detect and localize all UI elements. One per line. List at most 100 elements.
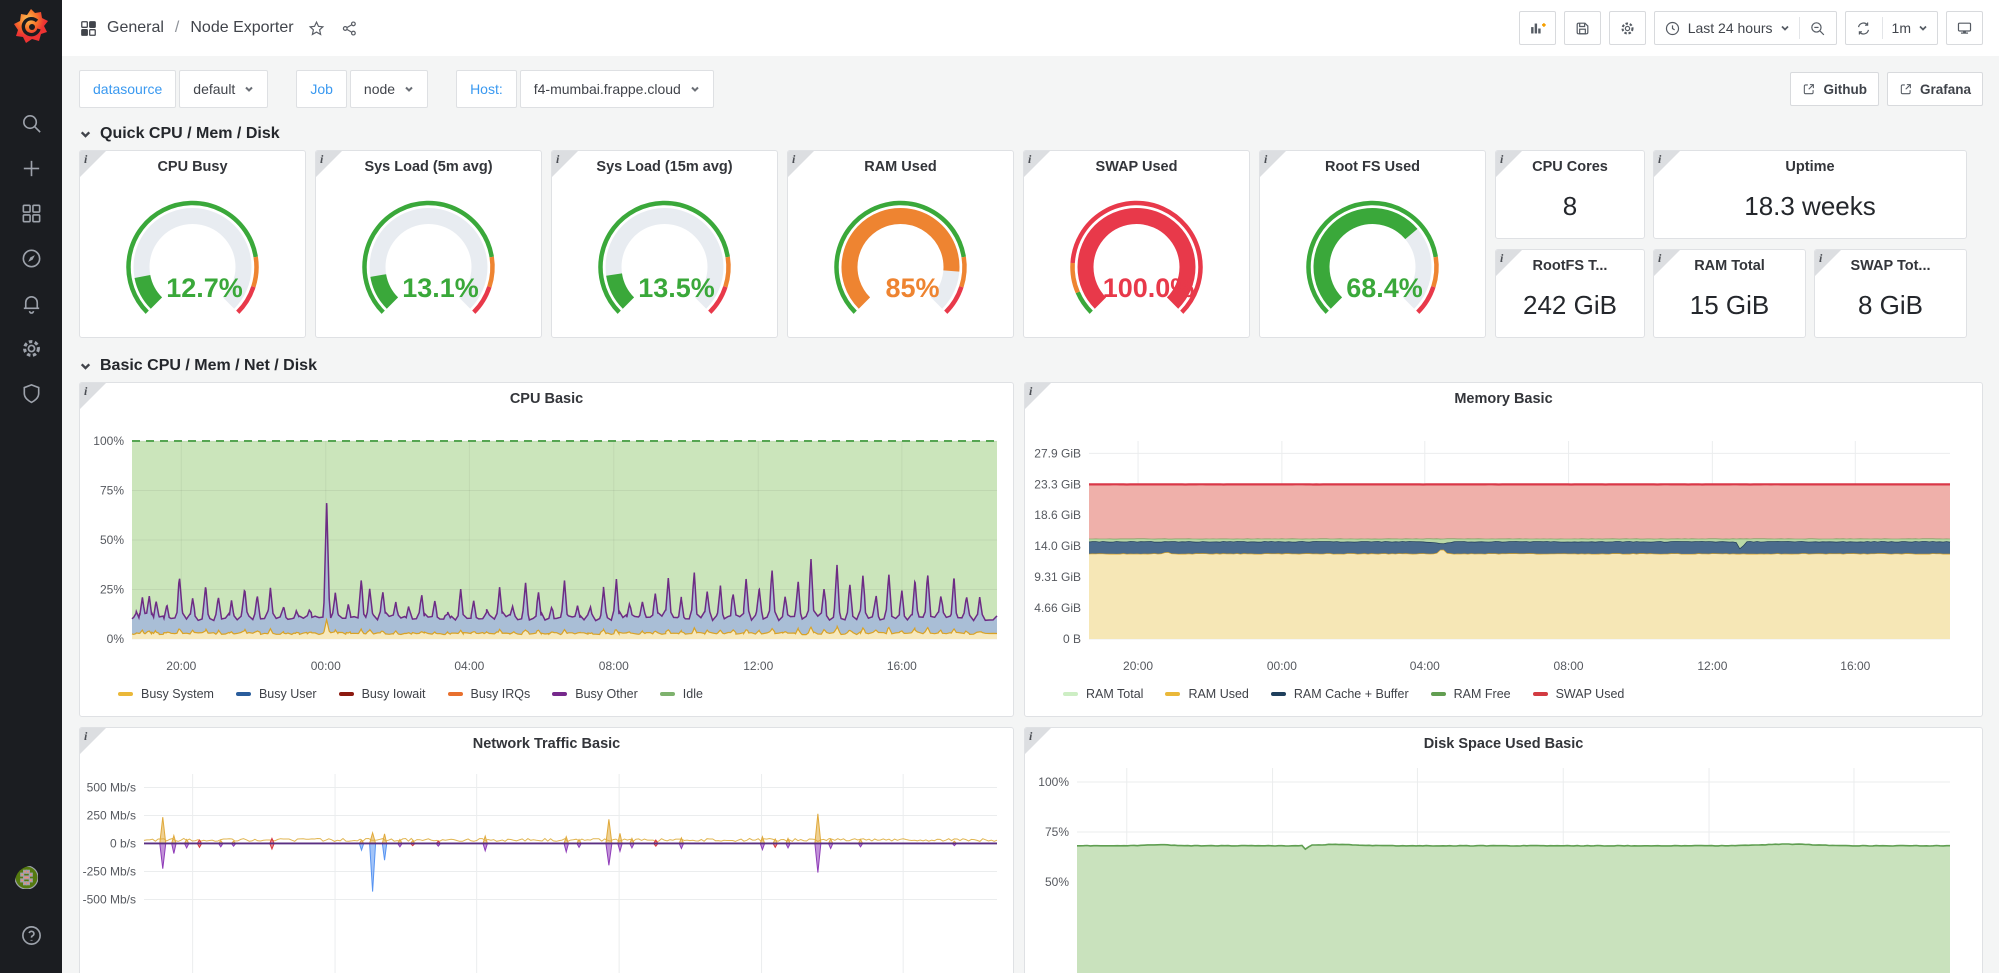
svg-text:250 Mb/s: 250 Mb/s [87,808,136,822]
configuration-gear-icon[interactable] [20,337,43,360]
user-avatar[interactable] [15,866,47,898]
panel-info-icon[interactable]: i [1815,250,1841,276]
legend-swatch [339,692,354,696]
sys-load-15m-gauge: 13.5% [552,183,777,331]
refresh-interval-picker[interactable]: 1m [1883,12,1937,44]
panel-info-icon[interactable]: i [1025,383,1051,409]
github-link-button[interactable]: Github [1790,72,1879,106]
panel-title[interactable]: Sys Load (5m avg) [316,151,541,183]
panel-info-icon[interactable]: i [1654,151,1680,177]
search-icon[interactable] [20,112,43,135]
create-plus-icon[interactable] [20,157,43,180]
legend-item[interactable]: RAM Total [1063,687,1143,701]
charts-row-2: i Network Traffic Basic 500 Mb/s250 Mb/s… [79,727,1983,973]
panel-title[interactable]: Root FS Used [1260,151,1485,183]
time-range-picker[interactable]: Last 24 hours [1655,12,1799,44]
external-link-icon [1899,82,1913,96]
external-link-icon [1802,82,1816,96]
share-icon[interactable] [341,20,358,37]
panel-info-icon[interactable]: i [552,151,578,177]
legend-item[interactable]: Busy System [118,687,214,701]
svg-text:00:00: 00:00 [1267,659,1297,673]
panel-title[interactable]: Disk Space Used Basic [1025,728,1982,760]
panel-info-icon[interactable]: i [1496,250,1522,276]
stat-panel-swap-total: i SWAP Tot... 8 GiB [1814,249,1967,338]
panel-title[interactable]: Network Traffic Basic [80,728,1013,760]
breadcrumb-dashboard[interactable]: Node Exporter [190,19,293,37]
legend-item[interactable]: Idle [660,687,703,701]
legend-label: Busy System [141,687,214,701]
panel-title[interactable]: RAM Used [788,151,1013,183]
variable-value-dropdown[interactable]: f4-mumbai.frappe.cloud [520,70,714,108]
legend-item[interactable]: Busy IRQs [448,687,531,701]
explore-compass-icon[interactable] [20,247,43,270]
legend-swatch [552,692,567,696]
legend-item[interactable]: Busy Other [552,687,638,701]
refresh-icon [1855,20,1872,37]
refresh-interval-label: 1m [1892,20,1911,36]
root-fs-used-gauge: 68.4% [1260,183,1485,331]
breadcrumb-folder[interactable]: General [107,19,164,37]
add-panel-button[interactable] [1519,11,1556,45]
panel-info-icon[interactable]: i [80,728,106,754]
legend-swatch [660,692,675,696]
legend-item[interactable]: RAM Used [1165,687,1248,701]
panel-info-icon[interactable]: i [1024,151,1050,177]
panel-info-icon[interactable]: i [788,151,814,177]
legend-label: Busy Other [575,687,638,701]
legend-item[interactable]: RAM Free [1431,687,1511,701]
panel-info-icon[interactable]: i [1654,250,1680,276]
legend-item[interactable]: Busy Iowait [339,687,426,701]
save-icon [1574,20,1591,37]
grafana-link-button[interactable]: Grafana [1887,72,1983,106]
dashboards-icon[interactable] [20,202,43,225]
add-panel-icon [1529,20,1546,37]
refresh-button[interactable] [1846,12,1882,44]
kiosk-mode-button[interactable] [1946,11,1983,45]
legend-label: Idle [683,687,703,701]
row-quick-cpu-mem-disk[interactable]: Quick CPU / Mem / Disk [79,118,1983,150]
chevron-down-icon [404,84,414,94]
dashboard-settings-button[interactable] [1609,11,1646,45]
panel-info-icon[interactable]: i [80,151,106,177]
grafana-logo-icon[interactable] [11,6,51,46]
panel-info-icon[interactable]: i [1496,151,1522,177]
svg-text:20:00: 20:00 [1123,659,1153,673]
panel-info-icon[interactable]: i [316,151,342,177]
panel-title[interactable]: Memory Basic [1025,383,1982,415]
legend-label: RAM Used [1188,687,1248,701]
server-admin-shield-icon[interactable] [20,382,43,405]
alerting-bell-icon[interactable] [20,292,43,315]
panel-title[interactable]: Uptime [1654,151,1966,183]
monitor-icon [1956,20,1973,37]
star-icon[interactable] [308,20,325,37]
variable-value-dropdown[interactable]: default [179,70,268,108]
variable-datasource: datasource default [79,70,268,108]
panel-title[interactable]: CPU Basic [80,383,1013,415]
stat-cluster: i CPU Cores 8 i Uptime 18.3 weeks i [1495,150,1967,338]
svg-text:50%: 50% [1045,875,1069,889]
variable-label: Job [296,70,347,108]
panel-title[interactable]: Sys Load (15m avg) [552,151,777,183]
time-range-label: Last 24 hours [1688,20,1773,36]
svg-text:9.31 GiB: 9.31 GiB [1034,570,1081,584]
zoom-out-time-button[interactable] [1800,12,1836,44]
charts-row-1: i CPU Basic 0%25%50%75%100%20:0000:0004:… [79,382,1983,717]
svg-text:12:00: 12:00 [1697,659,1727,673]
legend-item[interactable]: Busy User [236,687,317,701]
legend-item[interactable]: SWAP Used [1533,687,1625,701]
gauge-panel-root-fs-used: i Root FS Used 68.4% [1259,150,1486,338]
row-basic-cpu-mem-net-disk[interactable]: Basic CPU / Mem / Net / Disk [79,350,1983,382]
help-icon[interactable] [20,924,43,947]
svg-text:25%: 25% [100,583,124,597]
chevron-down-icon [690,84,700,94]
chart-panel-network-traffic: i Network Traffic Basic 500 Mb/s250 Mb/s… [79,727,1014,973]
variable-value-dropdown[interactable]: node [350,70,428,108]
panel-info-icon[interactable]: i [80,383,106,409]
panel-title[interactable]: CPU Busy [80,151,305,183]
save-dashboard-button[interactable] [1564,11,1601,45]
panel-info-icon[interactable]: i [1025,728,1051,754]
panel-title[interactable]: SWAP Used [1024,151,1249,183]
legend-item[interactable]: RAM Cache + Buffer [1271,687,1409,701]
panel-info-icon[interactable]: i [1260,151,1286,177]
